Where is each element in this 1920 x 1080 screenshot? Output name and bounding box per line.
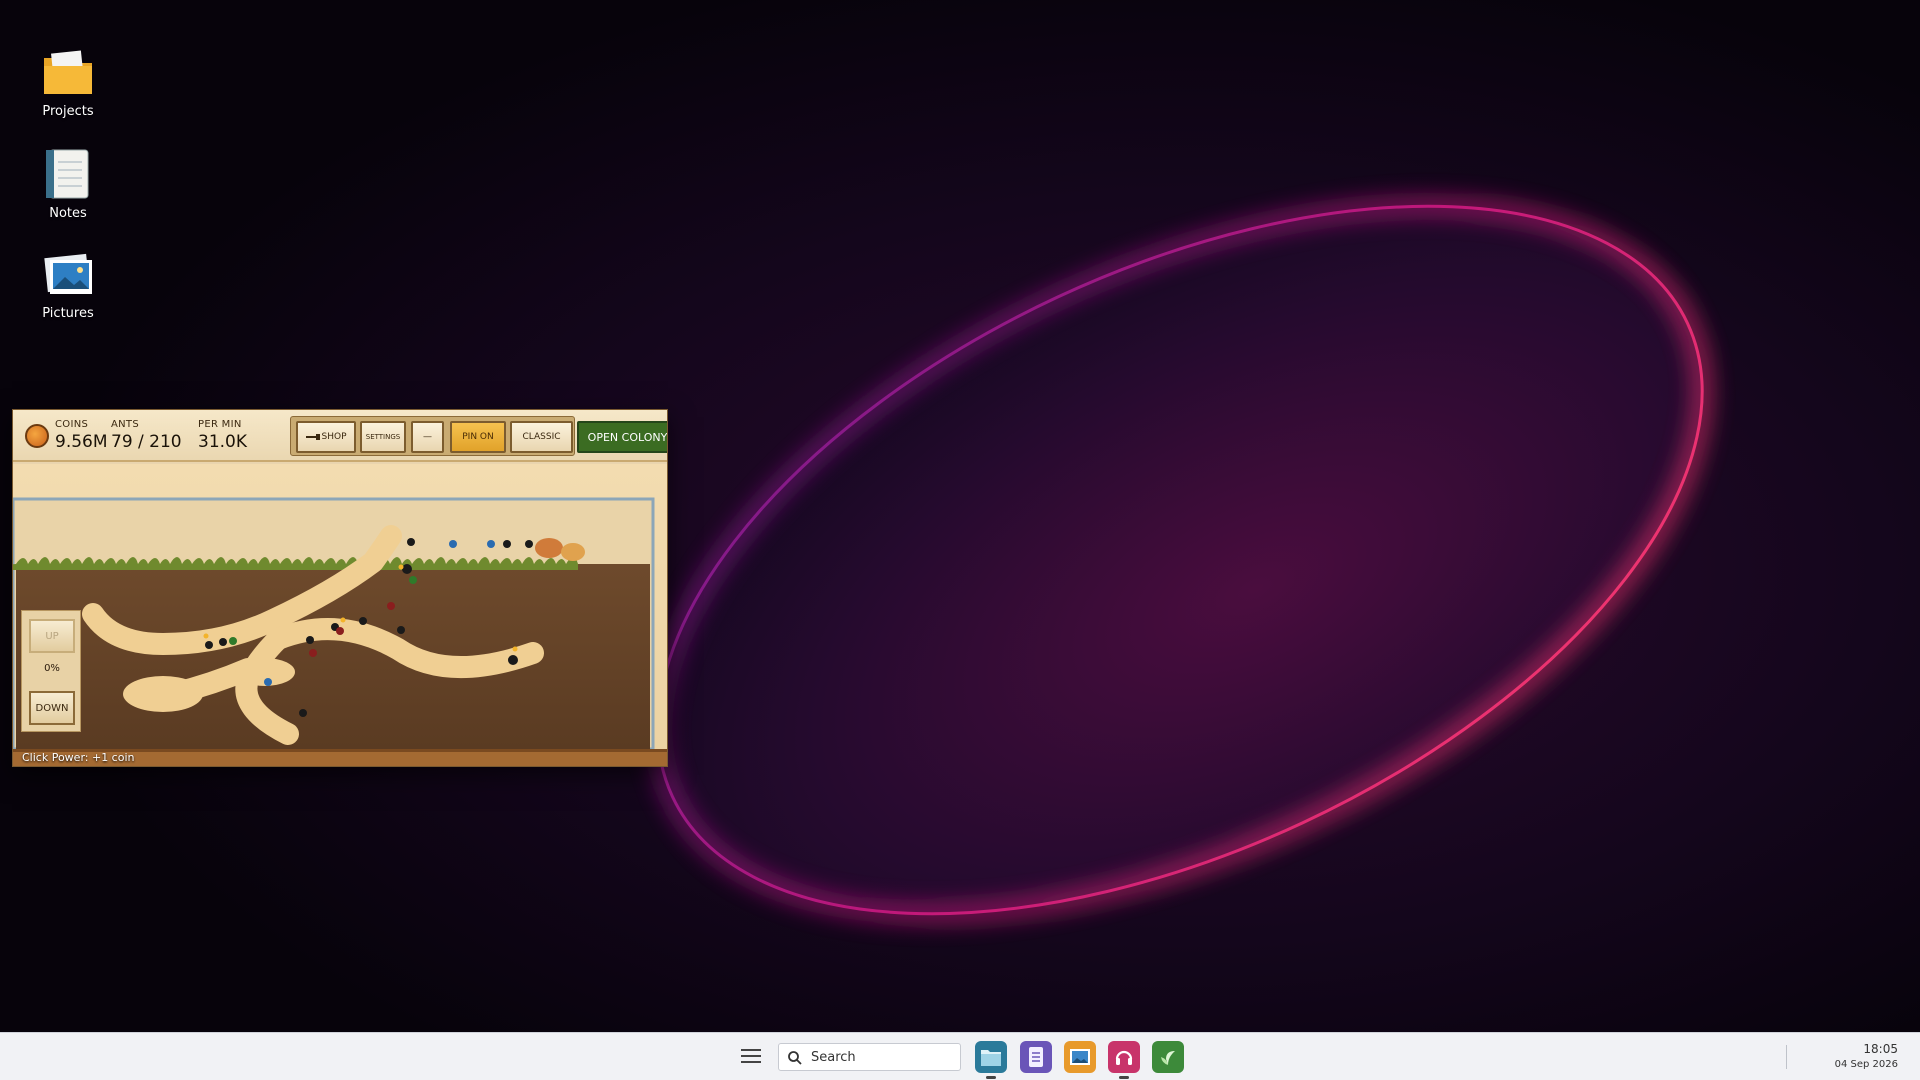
pin-toggle-button[interactable]: PIN ON [450, 421, 506, 453]
search-icon [788, 1051, 802, 1065]
file-manager-icon [981, 1050, 1001, 1066]
minimize-button[interactable]: — [411, 421, 444, 453]
ants-label: ANTS [111, 419, 139, 430]
coins-value: 9.56M [55, 432, 108, 452]
taskbar-app-files[interactable] [975, 1041, 1007, 1079]
notebook-icon [46, 149, 89, 199]
photos-icon [44, 253, 92, 294]
desktop-icon-label: Projects [42, 104, 94, 119]
desktop-icon-label: Pictures [42, 306, 94, 321]
notes-app-icon [1029, 1047, 1043, 1067]
taskbar-app-photos[interactable] [1064, 1041, 1096, 1073]
settings-button[interactable]: SETTINGS [360, 421, 406, 453]
coin-icon [25, 424, 49, 448]
per-min-stat: PER MIN 31.0K [198, 419, 247, 452]
shovel-icon [305, 434, 320, 440]
ant-colony-widget[interactable]: COINS 9.56M ANTS 79 / 210 PER MIN 31.0K … [12, 409, 668, 767]
taskbar-search[interactable] [778, 1043, 961, 1071]
ants-value: 79 / 210 [111, 432, 182, 452]
elevator-up-button[interactable]: UP [29, 619, 75, 653]
shop-button-label: SHOP [321, 432, 347, 442]
clock-time: 18:05 [1863, 1042, 1898, 1056]
desktop-icon-notes[interactable]: Notes [20, 146, 116, 221]
colony-scene[interactable]: UP 0% DOWN Click Power: +1 coin [13, 464, 667, 766]
click-power-text: Click Power: +1 coin [22, 751, 135, 764]
photos-app-icon [1070, 1049, 1090, 1065]
music-app-icon [1115, 1050, 1133, 1065]
elevator-percent: 0% [44, 663, 60, 674]
taskbar-clock[interactable]: 18:05 04 Sep 2026 [1835, 1042, 1898, 1070]
folder-icon [44, 50, 92, 94]
garden-app-icon [1161, 1051, 1175, 1065]
taskbar-app-music[interactable] [1108, 1041, 1140, 1079]
per-min-label: PER MIN [198, 419, 242, 430]
elevator-panel: UP 0% DOWN [21, 610, 81, 732]
taskbar-divider [1786, 1045, 1787, 1069]
desktop-icon-pictures[interactable]: Pictures [20, 246, 116, 321]
classic-mode-button[interactable]: CLASSIC [510, 421, 573, 453]
per-min-value: 31.0K [198, 432, 247, 452]
ant-farm-illustration [13, 464, 667, 766]
coins-stat: COINS 9.56M [55, 419, 108, 452]
clock-date: 04 Sep 2026 [1834, 1059, 1898, 1070]
start-menu-button[interactable] [738, 1045, 764, 1069]
open-colony-button[interactable]: OPEN COLONY [577, 421, 667, 453]
search-input[interactable] [811, 1047, 951, 1067]
coins-label: COINS [55, 419, 89, 430]
taskbar: 18:05 04 Sep 2026 [0, 1032, 1920, 1080]
ants-stat: ANTS 79 / 210 [111, 419, 182, 452]
desktop-icon-projects[interactable]: Projects [20, 44, 116, 119]
taskbar-app-notes[interactable] [1020, 1041, 1052, 1073]
taskbar-app-garden[interactable] [1152, 1041, 1184, 1073]
shop-button[interactable]: SHOP [296, 421, 356, 453]
desktop-icon-label: Notes [49, 206, 87, 221]
game-hud: COINS 9.56M ANTS 79 / 210 PER MIN 31.0K … [13, 410, 667, 462]
elevator-down-button[interactable]: DOWN [29, 691, 75, 725]
